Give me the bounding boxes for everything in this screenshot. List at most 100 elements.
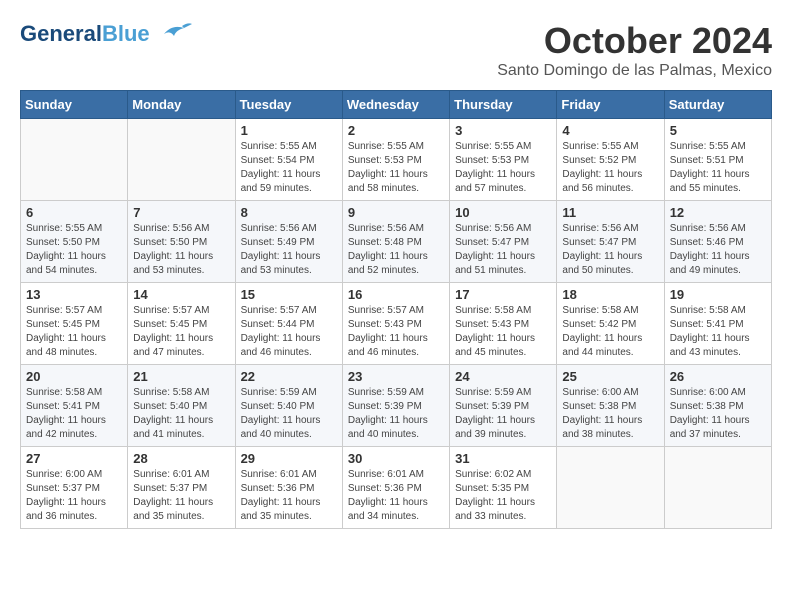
- calendar-cell: [664, 447, 771, 529]
- day-info: Sunrise: 5:58 AM Sunset: 5:41 PM Dayligh…: [26, 386, 122, 442]
- day-info: Sunrise: 5:55 AM Sunset: 5:53 PM Dayligh…: [455, 140, 551, 196]
- calendar-cell: 24Sunrise: 5:59 AM Sunset: 5:39 PM Dayli…: [450, 365, 557, 447]
- calendar-cell: 12 Sunrise: 5:56 AM Sunset: 5:46 PM Dayli…: [664, 201, 771, 283]
- calendar-cell: [557, 447, 664, 529]
- calendar-cell: [21, 119, 128, 201]
- day-number: 18: [562, 287, 658, 302]
- logo: GeneralBlue: [20, 20, 192, 47]
- day-number: 24: [455, 369, 551, 384]
- day-info: Sunrise: 5:58 AM Sunset: 5:40 PM Dayligh…: [133, 386, 229, 442]
- day-number: 23: [348, 369, 444, 384]
- calendar-cell: 28Sunrise: 6:01 AM Sunset: 5:37 PM Dayli…: [128, 447, 235, 529]
- calendar-cell: 31Sunrise: 6:02 AM Sunset: 5:35 PM Dayli…: [450, 447, 557, 529]
- week-row-3: 13Sunrise: 5:57 AM Sunset: 5:45 PM Dayli…: [21, 283, 772, 365]
- calendar-table: SundayMondayTuesdayWednesdayThursdayFrid…: [20, 90, 772, 529]
- day-info: Sunrise: 5:56 AM Sunset: 5:48 PM Dayligh…: [348, 222, 444, 278]
- calendar-cell: 21 Sunrise: 5:58 AM Sunset: 5:40 PM Dayli…: [128, 365, 235, 447]
- weekday-header-thursday: Thursday: [450, 91, 557, 119]
- logo-text-general: General: [20, 21, 102, 46]
- day-info: Sunrise: 5:57 AM Sunset: 5:43 PM Dayligh…: [348, 304, 444, 360]
- day-number: 26: [670, 369, 766, 384]
- calendar-cell: 4 Sunrise: 5:55 AM Sunset: 5:52 PM Daylig…: [557, 119, 664, 201]
- day-number: 29: [241, 451, 337, 466]
- calendar-cell: 1 Sunrise: 5:55 AM Sunset: 5:54 PM Daylig…: [235, 119, 342, 201]
- day-number: 6: [26, 205, 122, 220]
- day-info: Sunrise: 5:56 AM Sunset: 5:47 PM Dayligh…: [455, 222, 551, 278]
- calendar-cell: 10 Sunrise: 5:56 AM Sunset: 5:47 PM Dayli…: [450, 201, 557, 283]
- calendar-cell: 13Sunrise: 5:57 AM Sunset: 5:45 PM Dayli…: [21, 283, 128, 365]
- calendar-cell: 29 Sunrise: 6:01 AM Sunset: 5:36 PM Dayli…: [235, 447, 342, 529]
- day-number: 11: [562, 205, 658, 220]
- day-number: 4: [562, 123, 658, 138]
- logo-bird-icon: [154, 20, 192, 47]
- day-number: 19: [670, 287, 766, 302]
- calendar-cell: 26 Sunrise: 6:00 AM Sunset: 5:38 PM Dayli…: [664, 365, 771, 447]
- day-info: Sunrise: 5:59 AM Sunset: 5:40 PM Dayligh…: [241, 386, 337, 442]
- day-number: 7: [133, 205, 229, 220]
- calendar-cell: 9 Sunrise: 5:56 AM Sunset: 5:48 PM Daylig…: [342, 201, 449, 283]
- weekday-header-wednesday: Wednesday: [342, 91, 449, 119]
- calendar-cell: 22 Sunrise: 5:59 AM Sunset: 5:40 PM Dayli…: [235, 365, 342, 447]
- weekday-header-row: SundayMondayTuesdayWednesdayThursdayFrid…: [21, 91, 772, 119]
- day-number: 5: [670, 123, 766, 138]
- week-row-5: 27 Sunrise: 6:00 AM Sunset: 5:37 PM Dayli…: [21, 447, 772, 529]
- calendar-cell: 7 Sunrise: 5:56 AM Sunset: 5:50 PM Daylig…: [128, 201, 235, 283]
- day-info: Sunrise: 6:00 AM Sunset: 5:37 PM Dayligh…: [26, 468, 122, 524]
- calendar-cell: 15 Sunrise: 5:57 AM Sunset: 5:44 PM Dayli…: [235, 283, 342, 365]
- day-number: 1: [241, 123, 337, 138]
- day-info: Sunrise: 5:58 AM Sunset: 5:42 PM Dayligh…: [562, 304, 658, 360]
- day-info: Sunrise: 5:56 AM Sunset: 5:50 PM Dayligh…: [133, 222, 229, 278]
- day-number: 13: [26, 287, 122, 302]
- weekday-header-sunday: Sunday: [21, 91, 128, 119]
- month-year-title: October 2024: [497, 20, 772, 62]
- title-area: October 2024 Santo Domingo de las Palmas…: [497, 20, 772, 80]
- day-info: Sunrise: 6:01 AM Sunset: 5:37 PM Dayligh…: [133, 468, 229, 524]
- day-number: 27: [26, 451, 122, 466]
- day-info: Sunrise: 5:57 AM Sunset: 5:44 PM Dayligh…: [241, 304, 337, 360]
- day-number: 9: [348, 205, 444, 220]
- day-number: 12: [670, 205, 766, 220]
- calendar-cell: 3Sunrise: 5:55 AM Sunset: 5:53 PM Daylig…: [450, 119, 557, 201]
- calendar-cell: 2 Sunrise: 5:55 AM Sunset: 5:53 PM Daylig…: [342, 119, 449, 201]
- calendar-cell: 18 Sunrise: 5:58 AM Sunset: 5:42 PM Dayli…: [557, 283, 664, 365]
- day-number: 16: [348, 287, 444, 302]
- weekday-header-saturday: Saturday: [664, 91, 771, 119]
- calendar-cell: 5 Sunrise: 5:55 AM Sunset: 5:51 PM Daylig…: [664, 119, 771, 201]
- calendar-cell: 19 Sunrise: 5:58 AM Sunset: 5:41 PM Dayli…: [664, 283, 771, 365]
- calendar-cell: 25Sunrise: 6:00 AM Sunset: 5:38 PM Dayli…: [557, 365, 664, 447]
- weekday-header-friday: Friday: [557, 91, 664, 119]
- day-info: Sunrise: 6:01 AM Sunset: 5:36 PM Dayligh…: [241, 468, 337, 524]
- week-row-2: 6Sunrise: 5:55 AM Sunset: 5:50 PM Daylig…: [21, 201, 772, 283]
- day-info: Sunrise: 5:56 AM Sunset: 5:46 PM Dayligh…: [670, 222, 766, 278]
- day-info: Sunrise: 6:00 AM Sunset: 5:38 PM Dayligh…: [562, 386, 658, 442]
- day-info: Sunrise: 5:55 AM Sunset: 5:54 PM Dayligh…: [241, 140, 337, 196]
- day-number: 10: [455, 205, 551, 220]
- day-info: Sunrise: 5:56 AM Sunset: 5:49 PM Dayligh…: [241, 222, 337, 278]
- day-info: Sunrise: 5:55 AM Sunset: 5:52 PM Dayligh…: [562, 140, 658, 196]
- weekday-header-monday: Monday: [128, 91, 235, 119]
- logo-text-blue: Blue: [102, 21, 150, 46]
- day-info: Sunrise: 5:56 AM Sunset: 5:47 PM Dayligh…: [562, 222, 658, 278]
- day-number: 22: [241, 369, 337, 384]
- day-info: Sunrise: 6:00 AM Sunset: 5:38 PM Dayligh…: [670, 386, 766, 442]
- calendar-cell: 8 Sunrise: 5:56 AM Sunset: 5:49 PM Daylig…: [235, 201, 342, 283]
- calendar-cell: 6Sunrise: 5:55 AM Sunset: 5:50 PM Daylig…: [21, 201, 128, 283]
- calendar-cell: [128, 119, 235, 201]
- calendar-cell: 27 Sunrise: 6:00 AM Sunset: 5:37 PM Dayli…: [21, 447, 128, 529]
- week-row-4: 20 Sunrise: 5:58 AM Sunset: 5:41 PM Dayli…: [21, 365, 772, 447]
- day-info: Sunrise: 5:55 AM Sunset: 5:51 PM Dayligh…: [670, 140, 766, 196]
- week-row-1: 1 Sunrise: 5:55 AM Sunset: 5:54 PM Daylig…: [21, 119, 772, 201]
- page-header: GeneralBlue October 2024 Santo Domingo d…: [20, 20, 772, 80]
- day-number: 15: [241, 287, 337, 302]
- day-info: Sunrise: 6:01 AM Sunset: 5:36 PM Dayligh…: [348, 468, 444, 524]
- day-number: 2: [348, 123, 444, 138]
- day-info: Sunrise: 5:58 AM Sunset: 5:41 PM Dayligh…: [670, 304, 766, 360]
- day-info: Sunrise: 5:58 AM Sunset: 5:43 PM Dayligh…: [455, 304, 551, 360]
- day-info: Sunrise: 5:55 AM Sunset: 5:53 PM Dayligh…: [348, 140, 444, 196]
- day-number: 20: [26, 369, 122, 384]
- day-number: 8: [241, 205, 337, 220]
- calendar-cell: 14Sunrise: 5:57 AM Sunset: 5:45 PM Dayli…: [128, 283, 235, 365]
- weekday-header-tuesday: Tuesday: [235, 91, 342, 119]
- day-number: 21: [133, 369, 229, 384]
- calendar-cell: 23Sunrise: 5:59 AM Sunset: 5:39 PM Dayli…: [342, 365, 449, 447]
